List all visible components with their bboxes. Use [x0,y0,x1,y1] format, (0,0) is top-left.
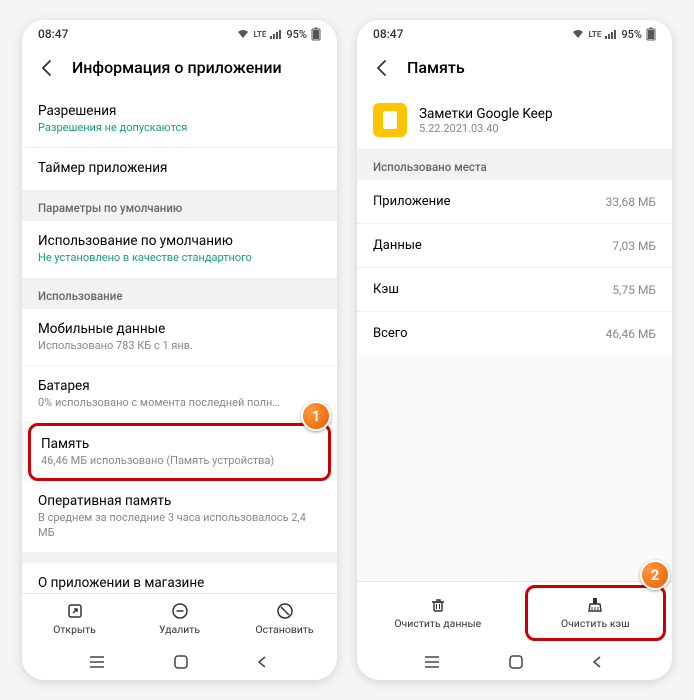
delete-button[interactable]: Удалить [127,594,232,644]
battery-percent: 95% [621,28,642,41]
section-space-used: Использовано места [357,150,672,180]
btn-label: Остановить [255,623,313,636]
row-title: Оперативная память [38,493,321,509]
row-sub: Не установлено в качестве стандартного [38,251,321,265]
step-badge-1: 1 [301,401,331,431]
btn-label: Очистить кэш [561,617,630,630]
row-label: Кэш [373,282,399,297]
android-nav [22,644,337,680]
row-sub: Разрешения не допускаются [38,121,321,135]
status-time: 08:47 [38,27,68,41]
row-title: Батарея [38,378,321,394]
content-area: Разрешения Разрешения не допускаются Тай… [22,91,337,593]
row-permissions[interactable]: Разрешения Разрешения не допускаются [22,91,337,148]
row-title: Использование по умолчанию [38,233,321,249]
row-memory-highlighted[interactable]: Память 46,46 МБ использовано (Память уст… [28,423,331,481]
clear-data-button[interactable]: Очистить данные [357,582,519,644]
section-usage: Использование [22,279,337,309]
status-time: 08:47 [373,27,403,41]
app-version: 5.22.2021.03.40 [419,122,553,135]
open-button[interactable]: Открыть [22,594,127,644]
page-title: Информация о приложении [72,58,282,77]
row-ram[interactable]: Оперативная память В среднем за последни… [22,481,337,553]
status-right: LTE 95% [237,27,321,41]
row-sub: В среднем за последние 3 часа использова… [38,511,321,540]
app-icon [373,103,407,137]
delete-icon [171,602,189,620]
wifi-icon [237,29,249,39]
row-store[interactable]: О приложении в магазине Приложение загру… [22,563,337,593]
row-data-size: Данные 7,03 МБ [357,224,672,268]
row-title: Таймер приложения [38,160,321,176]
status-bar: 08:47 LTE 95% [22,20,337,48]
row-timer[interactable]: Таймер приложения [22,148,337,191]
battery-icon [311,27,321,41]
open-icon [66,602,84,620]
btn-label: Открыть [53,623,96,636]
stop-icon [276,602,294,620]
recents-icon[interactable] [90,655,108,669]
row-value: 46,46 МБ [606,327,656,341]
page-title: Память [407,58,465,77]
row-app-size: Приложение 33,68 МБ [357,180,672,224]
row-value: 7,03 МБ [612,239,656,253]
signal-icon [605,29,617,39]
back-icon[interactable] [373,59,391,77]
row-sub: Использовано 783 КБ с 1 янв. [38,339,321,353]
row-label: Приложение [373,194,451,209]
row-title: О приложении в магазине [38,575,321,591]
page-header: Память [357,48,672,91]
nav-back-icon[interactable] [590,655,604,669]
trash-icon [429,596,447,614]
row-title: Память [41,436,318,452]
row-value: 5,75 МБ [612,283,656,297]
content-area: Заметки Google Keep 5.22.2021.03.40 Испо… [357,91,672,581]
phone-left: 08:47 LTE 95% Информация о приложении Ра… [22,20,337,680]
android-nav [357,644,672,680]
bottom-bar: Очистить данные Очистить кэш 2 [357,581,672,644]
row-value: 33,68 МБ [606,195,656,209]
row-label: Данные [373,238,422,253]
clear-cache-button-highlighted[interactable]: Очистить кэш [525,585,667,641]
btn-label: Удалить [159,623,200,636]
home-icon[interactable] [172,653,190,671]
row-title: Разрешения [38,103,321,119]
row-total-size: Всего 46,46 МБ [357,312,672,355]
page-header: Информация о приложении [22,48,337,91]
nav-back-icon[interactable] [255,655,269,669]
row-sub: 0% использовано с момента последней полн… [38,396,321,410]
bottom-bar: Открыть Удалить Остановить [22,593,337,644]
row-mobile-data[interactable]: Мобильные данные Использовано 783 КБ с 1… [22,309,337,366]
phone-right: 08:47 LTE 95% Память Заметки Google Keep… [357,20,672,680]
section-defaults: Параметры по умолчанию [22,191,337,221]
row-label: Всего [373,326,408,341]
row-sub: 46,46 МБ использовано (Память устройства… [41,454,318,468]
home-icon[interactable] [507,653,525,671]
app-name: Заметки Google Keep [419,106,553,122]
stop-button[interactable]: Остановить [232,594,337,644]
row-cache-size: Кэш 5,75 МБ [357,268,672,312]
btn-label: Очистить данные [394,617,481,630]
battery-percent: 95% [286,28,307,41]
broom-icon [586,596,604,614]
app-header: Заметки Google Keep 5.22.2021.03.40 [357,91,672,150]
wifi-icon [572,29,584,39]
row-battery[interactable]: Батарея 0% использовано с момента послед… [22,366,337,423]
status-bar: 08:47 LTE 95% [357,20,672,48]
recents-icon[interactable] [425,655,443,669]
row-defaults[interactable]: Использование по умолчанию Не установлен… [22,221,337,278]
row-title: Мобильные данные [38,321,321,337]
battery-icon [646,27,656,41]
step-badge-2: 2 [640,560,670,590]
status-right: LTE 95% [572,27,656,41]
back-icon[interactable] [38,59,56,77]
signal-icon [270,29,282,39]
